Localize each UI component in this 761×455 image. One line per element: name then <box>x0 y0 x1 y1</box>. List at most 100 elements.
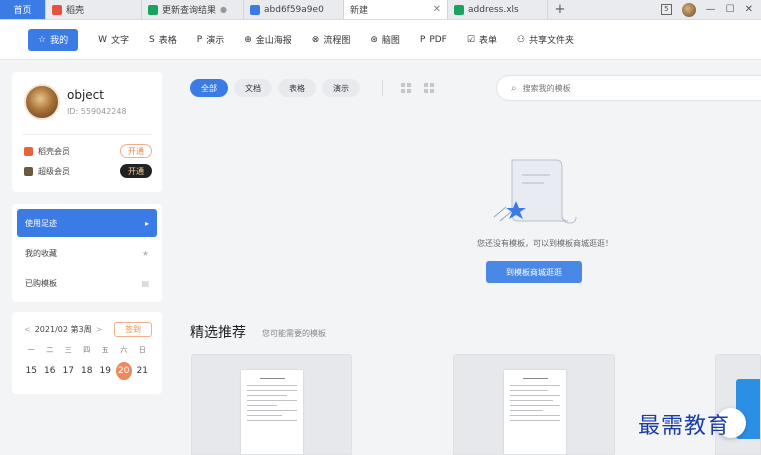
tab-home[interactable]: 首页 <box>0 0 46 19</box>
star-icon: ☆ <box>38 34 47 45</box>
calendar-day[interactable]: 19 <box>96 362 115 380</box>
toolbar-pdf[interactable]: P PDF <box>410 29 457 51</box>
calendar-month: 2021/02 第3周 <box>34 325 92 334</box>
tab-abd6f[interactable]: abd6f59a9e0 <box>244 0 344 19</box>
flowchart-icon: ⊗ <box>311 34 320 45</box>
super-member-icon <box>24 167 33 176</box>
plus-icon: + <box>554 2 566 17</box>
poster-icon: ⊕ <box>244 34 252 45</box>
calendar-header: < 2021/02 第3周 > <box>24 324 102 335</box>
sheet-icon <box>454 4 464 15</box>
filter-docs[interactable]: 文档 <box>234 79 272 97</box>
docer-member-icon <box>24 147 33 156</box>
nav-item-purchased[interactable]: 已购模板 ▤ <box>17 269 157 297</box>
weekday: 日 <box>138 346 146 354</box>
tab-address-xls[interactable]: address.xls <box>448 0 548 19</box>
close-icon[interactable]: ✕ <box>427 4 441 15</box>
toolbar-flowchart[interactable]: ⊗ 流程图 <box>302 29 361 51</box>
template-icon: ▤ <box>141 278 149 288</box>
empty-message: 您还没有模板，可以到模板商城逛逛！ <box>477 239 613 248</box>
toolbar-label: 表格 <box>158 36 177 46</box>
weekday: 三 <box>64 346 72 354</box>
tab-label: 稻壳 <box>66 6 85 16</box>
tab-label: 新建 <box>350 6 369 16</box>
template-card[interactable] <box>191 354 352 455</box>
search-input[interactable] <box>522 83 723 93</box>
go-to-template-mall-button[interactable]: 到模板商城逛逛 <box>486 261 582 283</box>
filter-all[interactable]: 全部 <box>190 79 228 97</box>
maximize-icon[interactable]: ☐ <box>726 4 735 15</box>
weekday: 二 <box>46 346 54 354</box>
nav-item-history[interactable]: 使用足迹 ▸ <box>17 209 157 237</box>
day-row: 15 16 17 18 19 20 21 <box>22 362 152 380</box>
toolbar-form[interactable]: ☑ 表单 <box>457 29 507 51</box>
new-tab-button[interactable]: + <box>548 0 572 19</box>
toolbar-label: 我的 <box>50 36 69 46</box>
avatar[interactable] <box>24 84 60 120</box>
toolbar-poster[interactable]: ⊕ 金山海报 <box>234 29 302 51</box>
star-icon: ★ <box>141 248 149 258</box>
toolbar-writer[interactable]: W 文字 <box>88 29 139 51</box>
nav-item-favorites[interactable]: 我的收藏 ★ <box>17 239 157 267</box>
shared-folder-icon: ⚇ <box>516 34 526 45</box>
calendar-day[interactable]: 17 <box>59 362 78 380</box>
member-label: 稻壳会员 <box>38 147 70 156</box>
weekday: 六 <box>120 346 128 354</box>
weekday-row: 一 二 三 四 五 六 日 <box>22 345 152 355</box>
toolbar-label: 演示 <box>206 36 225 46</box>
user-id: ID: 559042248 <box>67 107 127 116</box>
spreadsheet-icon: S <box>149 34 155 45</box>
member-label: 超级会员 <box>38 167 70 176</box>
divider <box>382 80 383 96</box>
template-thumbnail <box>241 370 303 454</box>
open-docer-member-button[interactable]: 开通 <box>120 144 152 158</box>
open-super-member-button[interactable]: 开通 <box>120 164 152 178</box>
tab-label: abd6f59a9e0 <box>264 4 324 15</box>
form-icon: ☑ <box>466 34 475 45</box>
sign-in-button[interactable]: 签到 <box>114 322 152 337</box>
calendar-day[interactable]: 18 <box>78 362 97 380</box>
list-view-icon[interactable] <box>424 83 434 93</box>
member-super: 超级会员 <box>24 166 70 177</box>
toolbar-shared-folder[interactable]: ⚇ 共享文件夹 <box>507 29 584 51</box>
writer-icon: W <box>98 34 107 45</box>
grid-view-icon[interactable] <box>401 83 411 93</box>
arrow-right-icon: ▸ <box>144 218 149 228</box>
calendar-day[interactable]: 15 <box>22 362 41 380</box>
nav-panel: 使用足迹 ▸ 我的收藏 ★ 已购模板 ▤ <box>12 204 162 302</box>
search-box: ⌕ <box>496 75 761 101</box>
chevron-left-icon[interactable]: < <box>24 325 31 334</box>
window-controls: 5 — ☐ ✕ <box>661 0 761 19</box>
window-close-icon[interactable]: ✕ <box>745 4 753 15</box>
calendar-day[interactable]: 16 <box>41 362 60 380</box>
nav-label: 使用足迹 <box>25 218 57 228</box>
tab-dot-icon: ● <box>220 5 227 14</box>
tab-docer[interactable]: 稻壳 <box>46 0 142 19</box>
member-docer: 稻壳会员 <box>24 146 70 157</box>
toolbar-spreadsheet[interactable]: S 表格 <box>139 29 187 51</box>
calendar-panel: < 2021/02 第3周 > 签到 一 二 三 四 五 六 日 15 16 1… <box>12 312 162 394</box>
pdf-icon: P <box>419 34 426 45</box>
tab-new[interactable]: 新建 ✕ <box>344 0 448 19</box>
toolbar-presentation[interactable]: P 演示 <box>187 29 234 51</box>
toolbar-label: 金山海报 <box>255 36 292 46</box>
user-panel: object ID: 559042248 稻壳会员 开通 超级会员 开通 <box>12 72 162 192</box>
filter-sheets[interactable]: 表格 <box>278 79 316 97</box>
calendar-day[interactable]: 21 <box>133 362 152 380</box>
toolbar-label: PDF <box>429 34 447 45</box>
minimize-icon[interactable]: — <box>706 4 716 15</box>
user-avatar-small[interactable] <box>681 2 696 17</box>
multi-window-icon[interactable]: 5 <box>661 4 672 15</box>
tab-label: address.xls <box>468 4 519 15</box>
template-card[interactable] <box>453 354 615 455</box>
toolbar-mindmap[interactable]: ⊛ 脑图 <box>360 29 410 51</box>
empty-template-illustration <box>493 159 577 224</box>
toolbar-mine[interactable]: ☆ 我的 <box>28 28 79 51</box>
chevron-right-icon[interactable]: > <box>96 325 103 334</box>
tab-label: 首页 <box>13 6 32 16</box>
calendar-day-today[interactable]: 20 <box>115 362 132 380</box>
weekday: 四 <box>83 346 91 354</box>
watermark: 最需教育 <box>638 414 731 439</box>
filter-presentations[interactable]: 演示 <box>322 79 360 97</box>
tab-update-query[interactable]: 更新查询结果 ● <box>142 0 244 19</box>
